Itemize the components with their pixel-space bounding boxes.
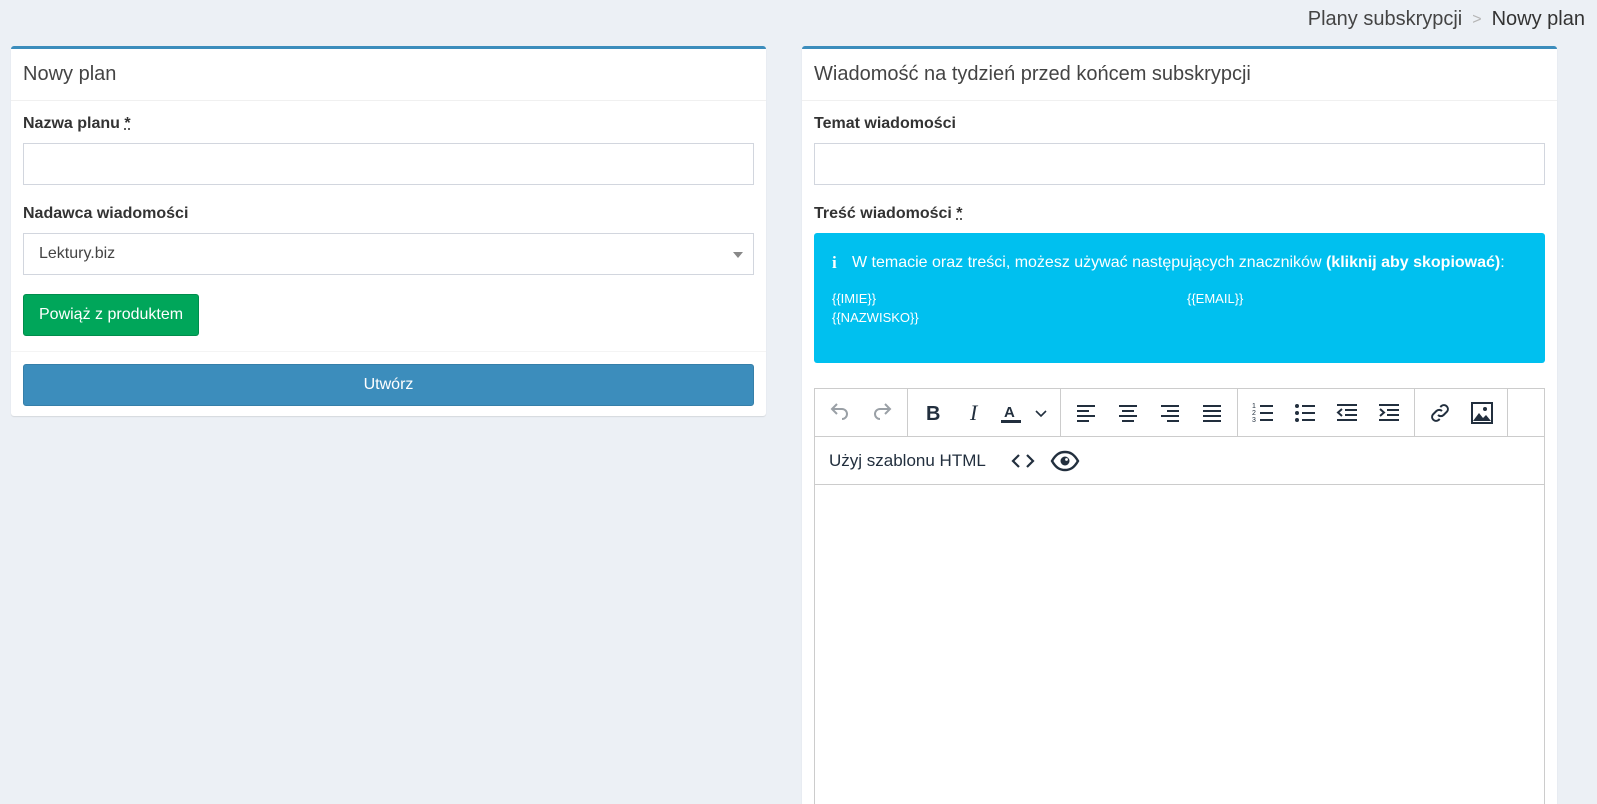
new-plan-box-title: Nowy plan [11,49,766,101]
tag-email[interactable]: {{EMAIL}} [1187,291,1542,306]
redo-icon[interactable] [861,393,903,433]
info-callout: i W temacie oraz treści, możesz używać n… [814,233,1545,363]
editor-toolbar: B I A 1 2 3 [815,389,1544,437]
svg-text:2: 2 [1252,410,1256,417]
svg-text:3: 3 [1252,417,1256,424]
chevron-down-icon[interactable] [1026,393,1056,433]
breadcrumb-link-plans[interactable]: Plany subskrypcji [1308,8,1463,31]
numbered-list-icon[interactable]: 123 [1242,393,1284,433]
info-icon: i [832,253,837,272]
tag-imie[interactable]: {{IMIE}} [832,291,1187,306]
bullet-list-icon[interactable] [1284,393,1326,433]
breadcrumb-current: Nowy plan [1491,8,1585,30]
image-icon[interactable] [1461,393,1503,433]
sender-label: Nadawca wiadomości [23,205,189,222]
message-box-title: Wiadomość na tydzień przed końcem subskr… [802,49,1557,101]
breadcrumb: Plany subskrypcji > Nowy plan [1308,8,1585,31]
editor-content-area[interactable] [815,485,1544,804]
info-text: W temacie oraz treści, możesz używać nas… [852,254,1505,271]
code-icon[interactable] [1002,441,1044,481]
align-center-icon[interactable] [1107,393,1149,433]
required-marker: * [124,115,131,132]
svg-text:1: 1 [1252,403,1256,410]
subject-input[interactable] [814,143,1545,185]
editor-toolbar-secondary: Użyj szablonu HTML [815,437,1544,485]
create-button[interactable]: Utwórz [23,364,754,406]
breadcrumb-separator: > [1472,10,1482,28]
align-justify-icon[interactable] [1191,393,1233,433]
undo-icon[interactable] [819,393,861,433]
tag-nazwisko[interactable]: {{NAZWISKO}} [832,310,1187,325]
indent-icon[interactable] [1368,393,1410,433]
eye-icon[interactable] [1044,441,1086,481]
rich-text-editor: B I A 1 2 3 Użyj szablonu HTML [814,388,1545,804]
plan-name-label: Nazwa planu * [23,115,131,132]
italic-icon[interactable]: I [954,393,996,433]
link-product-button[interactable]: Powiąż z produktem [23,294,200,336]
message-box: Wiadomość na tydzień przed końcem subskr… [802,46,1557,804]
svg-text:B: B [926,403,940,425]
outdent-icon[interactable] [1326,393,1368,433]
align-left-icon[interactable] [1065,393,1107,433]
text-color-icon[interactable]: A [996,393,1026,433]
align-right-icon[interactable] [1149,393,1191,433]
svg-text:I: I [969,401,979,425]
use-html-template-button[interactable]: Użyj szablonu HTML [829,451,986,471]
plan-name-input[interactable] [23,143,754,185]
required-marker: * [956,205,963,222]
new-plan-box: Nowy plan Nazwa planu * Nadawca wiadomoś… [11,46,766,416]
sender-select[interactable]: Lektury.biz [23,233,754,275]
content-label: Treść wiadomości * [814,205,963,222]
subject-label: Temat wiadomości [814,115,956,132]
svg-text:A: A [1004,404,1015,421]
link-icon[interactable] [1419,393,1461,433]
sender-selected-value: Lektury.biz [39,245,116,262]
bold-icon[interactable]: B [912,393,954,433]
caret-down-icon [733,252,743,258]
